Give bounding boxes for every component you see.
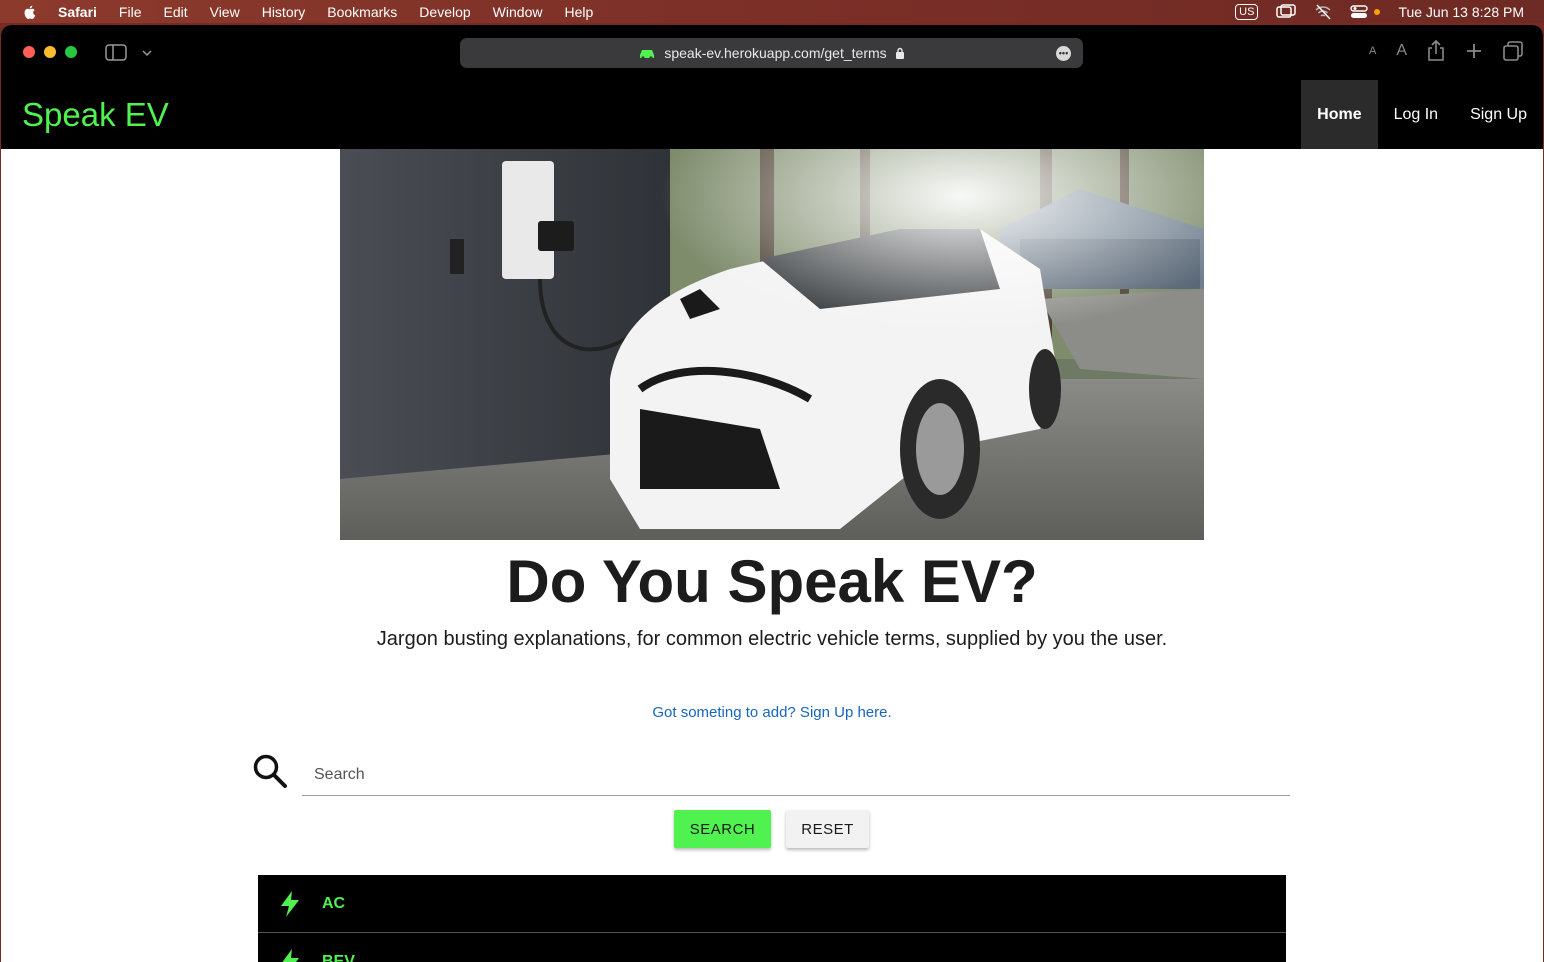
site-favicon-car-icon <box>640 50 655 60</box>
menu-help[interactable]: Help <box>564 4 593 20</box>
nav-signup-link[interactable]: Sign Up <box>1454 80 1543 149</box>
menu-history[interactable]: History <box>262 4 306 20</box>
keyboard-layout-badge[interactable]: US <box>1235 3 1259 20</box>
toolbar-right-controls: A A <box>1369 40 1523 62</box>
apple-logo-icon[interactable] <box>22 4 38 20</box>
nav-links: Home Log In Sign Up <box>1301 80 1543 149</box>
term-label: BEV <box>322 952 355 962</box>
search-icon <box>253 754 287 788</box>
menu-bar-clock[interactable]: Tue Jun 13 8:28 PM <box>1398 4 1524 20</box>
hero-image <box>340 149 1204 540</box>
site-navbar: Speak EV Home Log In Sign Up <box>1 80 1543 149</box>
signup-prompt-link[interactable]: Got someting to add? Sign Up here. <box>1 704 1543 721</box>
recording-indicator-dot <box>1374 8 1381 15</box>
wifi-off-icon[interactable] <box>1314 4 1332 20</box>
macos-menu-bar: Safari File Edit View History Bookmarks … <box>0 0 1544 23</box>
search-input[interactable] <box>302 755 1290 796</box>
safari-window: speak-ev.herokuapp.com/get_terms ••• A A <box>1 25 1543 962</box>
window-controls <box>23 46 77 58</box>
page-headline: Do You Speak EV? <box>506 548 1038 615</box>
menu-develop[interactable]: Develop <box>419 4 470 20</box>
menu-window[interactable]: Window <box>493 4 543 20</box>
url-text: speak-ev.herokuapp.com/get_terms <box>664 45 887 61</box>
decrease-text-size-button[interactable]: A <box>1369 45 1376 57</box>
term-item-ac[interactable]: AC <box>258 875 1286 933</box>
increase-text-size-button[interactable]: A <box>1396 42 1407 60</box>
menu-bookmarks[interactable]: Bookmarks <box>327 4 397 20</box>
reset-button[interactable]: RESET <box>786 810 869 848</box>
page-menu-icon[interactable]: ••• <box>1056 46 1071 61</box>
menu-view[interactable]: View <box>210 4 240 20</box>
lock-icon <box>895 47 904 59</box>
browser-toolbar: speak-ev.herokuapp.com/get_terms ••• A A <box>1 25 1543 80</box>
term-item-bev[interactable]: BEV <box>258 933 1286 962</box>
menu-file[interactable]: File <box>119 4 142 20</box>
menu-app-name[interactable]: Safari <box>58 4 97 20</box>
nav-login-link[interactable]: Log In <box>1378 80 1454 149</box>
zoom-window-button[interactable] <box>65 46 77 58</box>
screen-mirroring-icon[interactable] <box>1276 3 1297 20</box>
minimize-window-button[interactable] <box>44 46 56 58</box>
tab-overview-icon[interactable] <box>1503 41 1523 61</box>
page-subheading: Jargon busting explanations, for common … <box>376 628 1168 650</box>
control-center-icon[interactable] <box>1350 4 1369 20</box>
terms-list: AC BEV <box>258 875 1286 962</box>
share-icon[interactable] <box>1427 40 1445 62</box>
lightning-bolt-icon <box>281 890 299 917</box>
term-label: AC <box>322 894 346 912</box>
address-bar[interactable]: speak-ev.herokuapp.com/get_terms ••• <box>460 38 1083 68</box>
close-window-button[interactable] <box>23 46 35 58</box>
new-tab-icon[interactable] <box>1465 42 1483 60</box>
sidebar-toggle-icon[interactable] <box>105 44 157 62</box>
menu-edit[interactable]: Edit <box>163 4 187 20</box>
lightning-bolt-icon <box>282 948 299 962</box>
nav-home-link[interactable]: Home <box>1301 80 1378 149</box>
site-brand-logo[interactable]: Speak EV <box>22 96 169 134</box>
search-button[interactable]: SEARCH <box>674 810 771 848</box>
